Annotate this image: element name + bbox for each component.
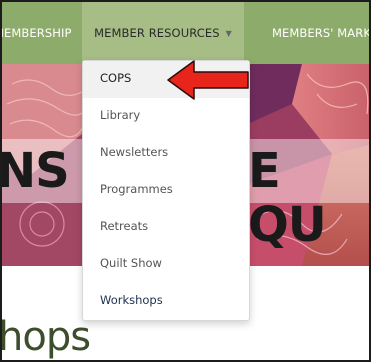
dropdown-item-newsletters[interactable]: Newsletters <box>83 135 249 172</box>
dropdown-item-cops[interactable]: COPS <box>83 61 249 98</box>
main-navbar: MEMBERSHIP MEMBER RESOURCES ▼ MEMBERS' MA… <box>2 2 369 64</box>
nav-item-membership[interactable]: MEMBERSHIP <box>2 2 72 64</box>
dropdown-item-workshops[interactable]: Workshops <box>83 283 249 320</box>
member-resources-dropdown: COPS Library Newsletters Programmes Retr… <box>82 60 250 321</box>
screenshot-frame: MEMBERSHIP MEMBER RESOURCES ▼ MEMBERS' MA… <box>0 0 371 362</box>
dropdown-item-retreats[interactable]: Retreats <box>83 209 249 246</box>
dropdown-item-library[interactable]: Library <box>83 98 249 135</box>
page-section-heading: hops <box>0 314 91 360</box>
hero-title-right: E QU <box>248 143 327 253</box>
dropdown-item-programmes[interactable]: Programmes <box>83 172 249 209</box>
nav-item-member-resources[interactable]: MEMBER RESOURCES ▼ <box>82 2 244 64</box>
hero-title-left: NS <box>2 143 70 199</box>
chevron-down-icon: ▼ <box>225 29 232 38</box>
dropdown-item-quilt-show[interactable]: Quilt Show <box>83 246 249 283</box>
nav-item-members-market[interactable]: MEMBERS' MARKET <box>272 2 369 64</box>
nav-item-label: MEMBER RESOURCES <box>94 26 220 40</box>
